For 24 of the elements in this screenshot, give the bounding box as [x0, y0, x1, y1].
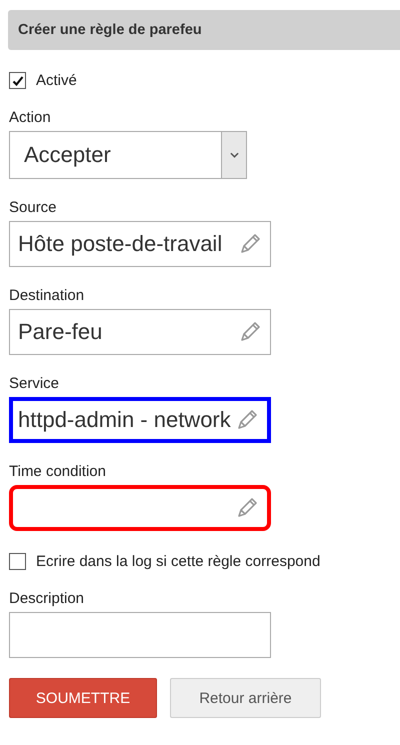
panel-header: Créer une règle de parefeu	[8, 10, 400, 50]
field-label: Service	[9, 375, 60, 393]
checkbox-label: Ecrire dans la log si cette règle correspond	[36, 553, 320, 570]
picker-field[interactable]: Hôte poste-de-travail	[9, 221, 271, 267]
checkbox-label: Activé	[36, 72, 77, 89]
chevron-down-icon	[230, 152, 238, 158]
field-label: Description	[9, 590, 84, 608]
action-select[interactable]: Accepter	[9, 131, 247, 179]
field-label: Destination	[9, 287, 84, 305]
picker-field[interactable]: Pare-feu	[9, 309, 271, 355]
picker-field[interactable]: httpd-admin - network	[9, 397, 271, 443]
pencil-icon[interactable]	[235, 408, 259, 432]
pencil-icon[interactable]	[238, 320, 262, 344]
submit-button[interactable]: SOUMETTRE	[9, 678, 157, 718]
field-label: Time condition	[9, 463, 106, 481]
checkbox[interactable]	[9, 553, 26, 570]
field-label: Source	[9, 199, 57, 217]
pencil-icon[interactable]	[238, 232, 262, 256]
field-label: Action	[9, 109, 51, 127]
checkbox[interactable]	[9, 72, 26, 89]
pencil-icon[interactable]	[235, 496, 259, 520]
back-button[interactable]: Retour arrière	[170, 678, 321, 718]
picker-field[interactable]	[9, 485, 271, 531]
description-field[interactable]	[9, 612, 271, 658]
